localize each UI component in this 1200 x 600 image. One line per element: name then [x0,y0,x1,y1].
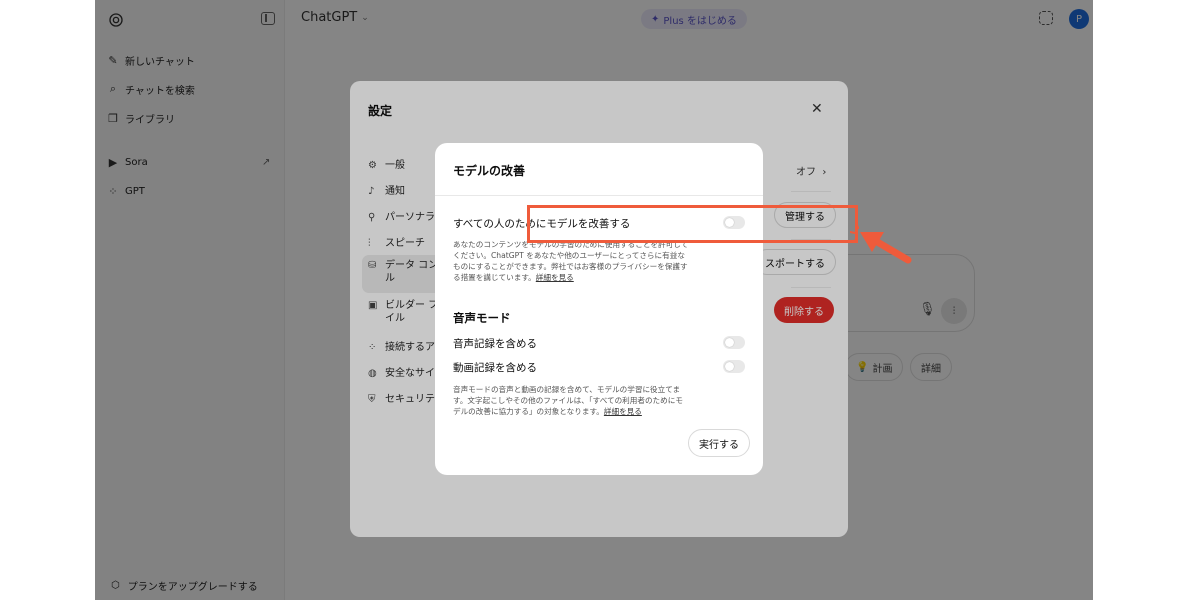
dialog-title: モデルの改善 [453,164,526,178]
voice-mode-description: 音声モードの音声と動画の記録を含めて、モデルの学習に役立てま す。文字起こしやそ… [453,385,683,416]
include-video-toggle[interactable] [723,360,745,373]
run-button[interactable]: 実行する [688,429,750,457]
include-audio-label: 音声記録を含める [453,338,537,350]
improve-model-description: あなたのコンテンツをモデルの学習のために使用することを許可して ください。Cha… [453,240,689,282]
model-improvement-dialog: モデルの改善 すべての人のためにモデルを改善する あなたのコンテンツをモデルの学… [435,143,763,475]
include-audio-toggle[interactable] [723,336,745,349]
pointer-arrow-icon [850,222,912,264]
divider [435,195,763,196]
learn-more-link[interactable]: 詳細を見る [604,407,642,416]
learn-more-link[interactable]: 詳細を見る [536,273,574,282]
include-video-label: 動画記録を含める [453,362,537,374]
voice-mode-section-title: 音声モード [453,311,511,325]
highlight-box [527,205,858,243]
app-window: ✎ 新しいチャット ⌕ チャットを検索 ❐ ライブラリ ▶ Sora ↗ ⁘ G… [95,0,1093,600]
